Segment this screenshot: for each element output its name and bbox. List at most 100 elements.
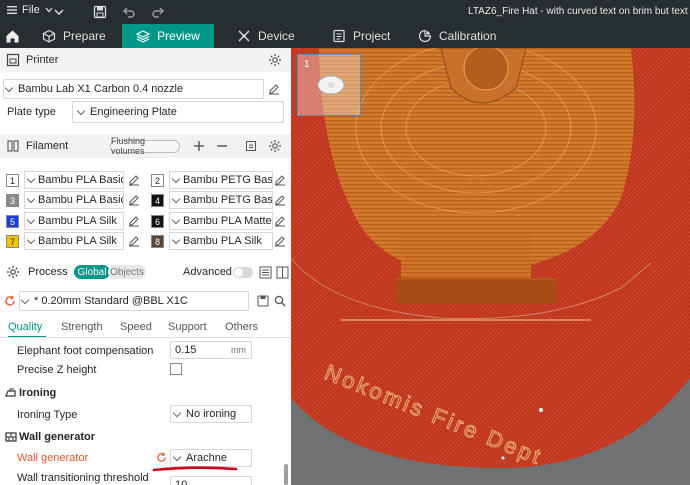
filament-name: Bambu PETG Basic [183, 174, 273, 186]
elephant-foot-value: 0.15 [175, 344, 197, 356]
wall-transition-input[interactable]: 10 [170, 476, 252, 485]
save-icon[interactable] [91, 3, 109, 21]
filament-color-swatch[interactable]: 3 [6, 194, 19, 207]
printer-icon [6, 53, 20, 67]
filament-name: Bambu PLA Basic [38, 194, 124, 206]
tab-speed[interactable]: Speed [120, 321, 152, 333]
process-preset-select[interactable]: * 0.20mm Standard @BBL X1C [19, 291, 249, 311]
title-bar: File LTAZ6_Fire Hat - with curved text o… [0, 0, 690, 24]
flushing-volumes-button[interactable]: Flushing volumes [110, 136, 180, 156]
tab-strength[interactable]: Strength [61, 321, 103, 333]
process-compare-icon[interactable] [276, 266, 289, 279]
ironing-group-title: Ironing [19, 387, 57, 399]
save-preset-icon[interactable] [257, 295, 269, 307]
printer-settings-gear-icon[interactable] [268, 53, 282, 67]
filament-select[interactable]: Bambu PLA Basic [24, 171, 124, 189]
file-menu[interactable]: File [6, 4, 54, 16]
filament-icon [7, 140, 19, 152]
ironing-group-header: Ironing [0, 382, 291, 404]
chevron-down-icon [20, 295, 30, 304]
chevron-down-icon [26, 174, 36, 183]
precise-z-label: Precise Z height [17, 364, 97, 376]
ironing-type-value: No ironing [186, 408, 237, 420]
file-menu-label: File [22, 4, 40, 16]
plate-type-select[interactable]: Engineering Plate [72, 101, 284, 123]
filament-name: Bambu PLA Basic [38, 174, 124, 186]
add-filament-icon[interactable] [193, 140, 205, 152]
process-list-icon[interactable] [259, 266, 272, 279]
printer-edit-icon[interactable] [268, 83, 280, 95]
advanced-switch-knob [234, 267, 243, 277]
wall-generator-group-title: Wall generator [19, 431, 95, 443]
elephant-foot-unit: mm [231, 345, 246, 355]
filament-name: Bambu PLA Silk [38, 235, 117, 247]
filament-select[interactable]: Bambu PETG Basic [169, 191, 273, 209]
filament-edit-icon[interactable] [128, 174, 140, 186]
filament-color-swatch[interactable]: 2 [151, 174, 164, 187]
tab-device-label: Device [258, 29, 295, 43]
filament-name: Bambu PLA Silk [38, 215, 117, 227]
plate-thumbnail[interactable]: 1 [297, 54, 361, 116]
filament-select[interactable]: Bambu PETG Basic [169, 171, 273, 189]
filament-edit-icon[interactable] [128, 235, 140, 247]
filament-color-swatch[interactable]: 4 [151, 194, 164, 207]
tab-others[interactable]: Others [225, 321, 258, 333]
prepare-icon [42, 29, 56, 43]
tab-quality[interactable]: Quality [8, 321, 42, 333]
advanced-label: Advanced [183, 266, 232, 278]
precise-z-checkbox[interactable] [170, 363, 182, 375]
filament-edit-icon[interactable] [128, 215, 140, 227]
tab-device[interactable]: Device [237, 24, 295, 48]
wall-generator-label: Wall generator [17, 452, 89, 464]
filament-color-swatch[interactable]: 7 [6, 235, 19, 248]
elephant-foot-input[interactable]: 0.15 mm [170, 341, 252, 359]
printer-name: Bambu Lab X1 Carbon 0.4 nozzle [18, 83, 184, 95]
filament-sync-icon[interactable] [245, 140, 257, 152]
home-icon[interactable] [5, 24, 23, 48]
filament-edit-icon[interactable] [274, 194, 286, 206]
filament-select[interactable]: Bambu PLA Matte [169, 212, 273, 230]
filament-color-swatch[interactable]: 5 [6, 215, 19, 228]
chevron-down-icon [76, 106, 86, 115]
collapse-chevron-icon[interactable] [50, 3, 68, 21]
remove-filament-icon[interactable] [216, 140, 228, 152]
global-toggle[interactable]: Global [74, 265, 110, 279]
tab-project[interactable]: Project [332, 24, 390, 48]
filament-name: Bambu PETG Basic [183, 194, 273, 206]
chevron-down-icon [26, 194, 36, 203]
preview-viewport[interactable]: Nokomis Fire Dept 1 [291, 48, 690, 485]
redo-icon[interactable] [149, 3, 167, 21]
advanced-switch[interactable] [233, 266, 253, 278]
filament-settings-gear-icon[interactable] [268, 139, 282, 153]
filament-color-swatch[interactable]: 1 [6, 174, 19, 187]
filament-select[interactable]: Bambu PLA Silk [24, 232, 124, 250]
printer-select[interactable]: Bambu Lab X1 Carbon 0.4 nozzle [3, 79, 264, 99]
tab-calibration[interactable]: Calibration [418, 24, 496, 48]
objects-toggle[interactable]: Objects [108, 265, 146, 279]
filament-select[interactable]: Bambu PLA Silk [169, 232, 273, 250]
filament-color-swatch[interactable]: 6 [151, 215, 164, 228]
main-tab-bar: Prepare Preview Device Project Calibrati… [0, 24, 690, 48]
process-preset-name: * 0.20mm Standard @BBL X1C [34, 295, 188, 307]
tab-support[interactable]: Support [168, 321, 207, 333]
search-icon[interactable] [274, 295, 286, 307]
tab-preview[interactable]: Preview [122, 24, 214, 48]
printer-section-title: Printer [26, 54, 59, 66]
filament-name: Bambu PLA Matte [183, 215, 272, 227]
process-section-title: Process [28, 266, 68, 278]
chevron-down-icon [172, 408, 182, 417]
filament-edit-icon[interactable] [274, 215, 286, 227]
filament-edit-icon[interactable] [128, 194, 140, 206]
filament-edit-icon[interactable] [274, 174, 286, 186]
filament-edit-icon[interactable] [274, 235, 286, 247]
preset-reset-icon[interactable] [4, 295, 16, 307]
scrollbar-thumb[interactable] [284, 464, 288, 485]
undo-icon[interactable] [120, 3, 138, 21]
filament-select[interactable]: Bambu PLA Silk [24, 212, 124, 230]
ironing-type-select[interactable]: No ironing [170, 405, 252, 423]
printer-section-header: Printer [0, 48, 291, 72]
filament-select[interactable]: Bambu PLA Basic [24, 191, 124, 209]
filament-color-swatch[interactable]: 8 [151, 235, 164, 248]
wall-generator-reset-icon[interactable] [156, 452, 167, 463]
tab-prepare[interactable]: Prepare [42, 24, 106, 48]
